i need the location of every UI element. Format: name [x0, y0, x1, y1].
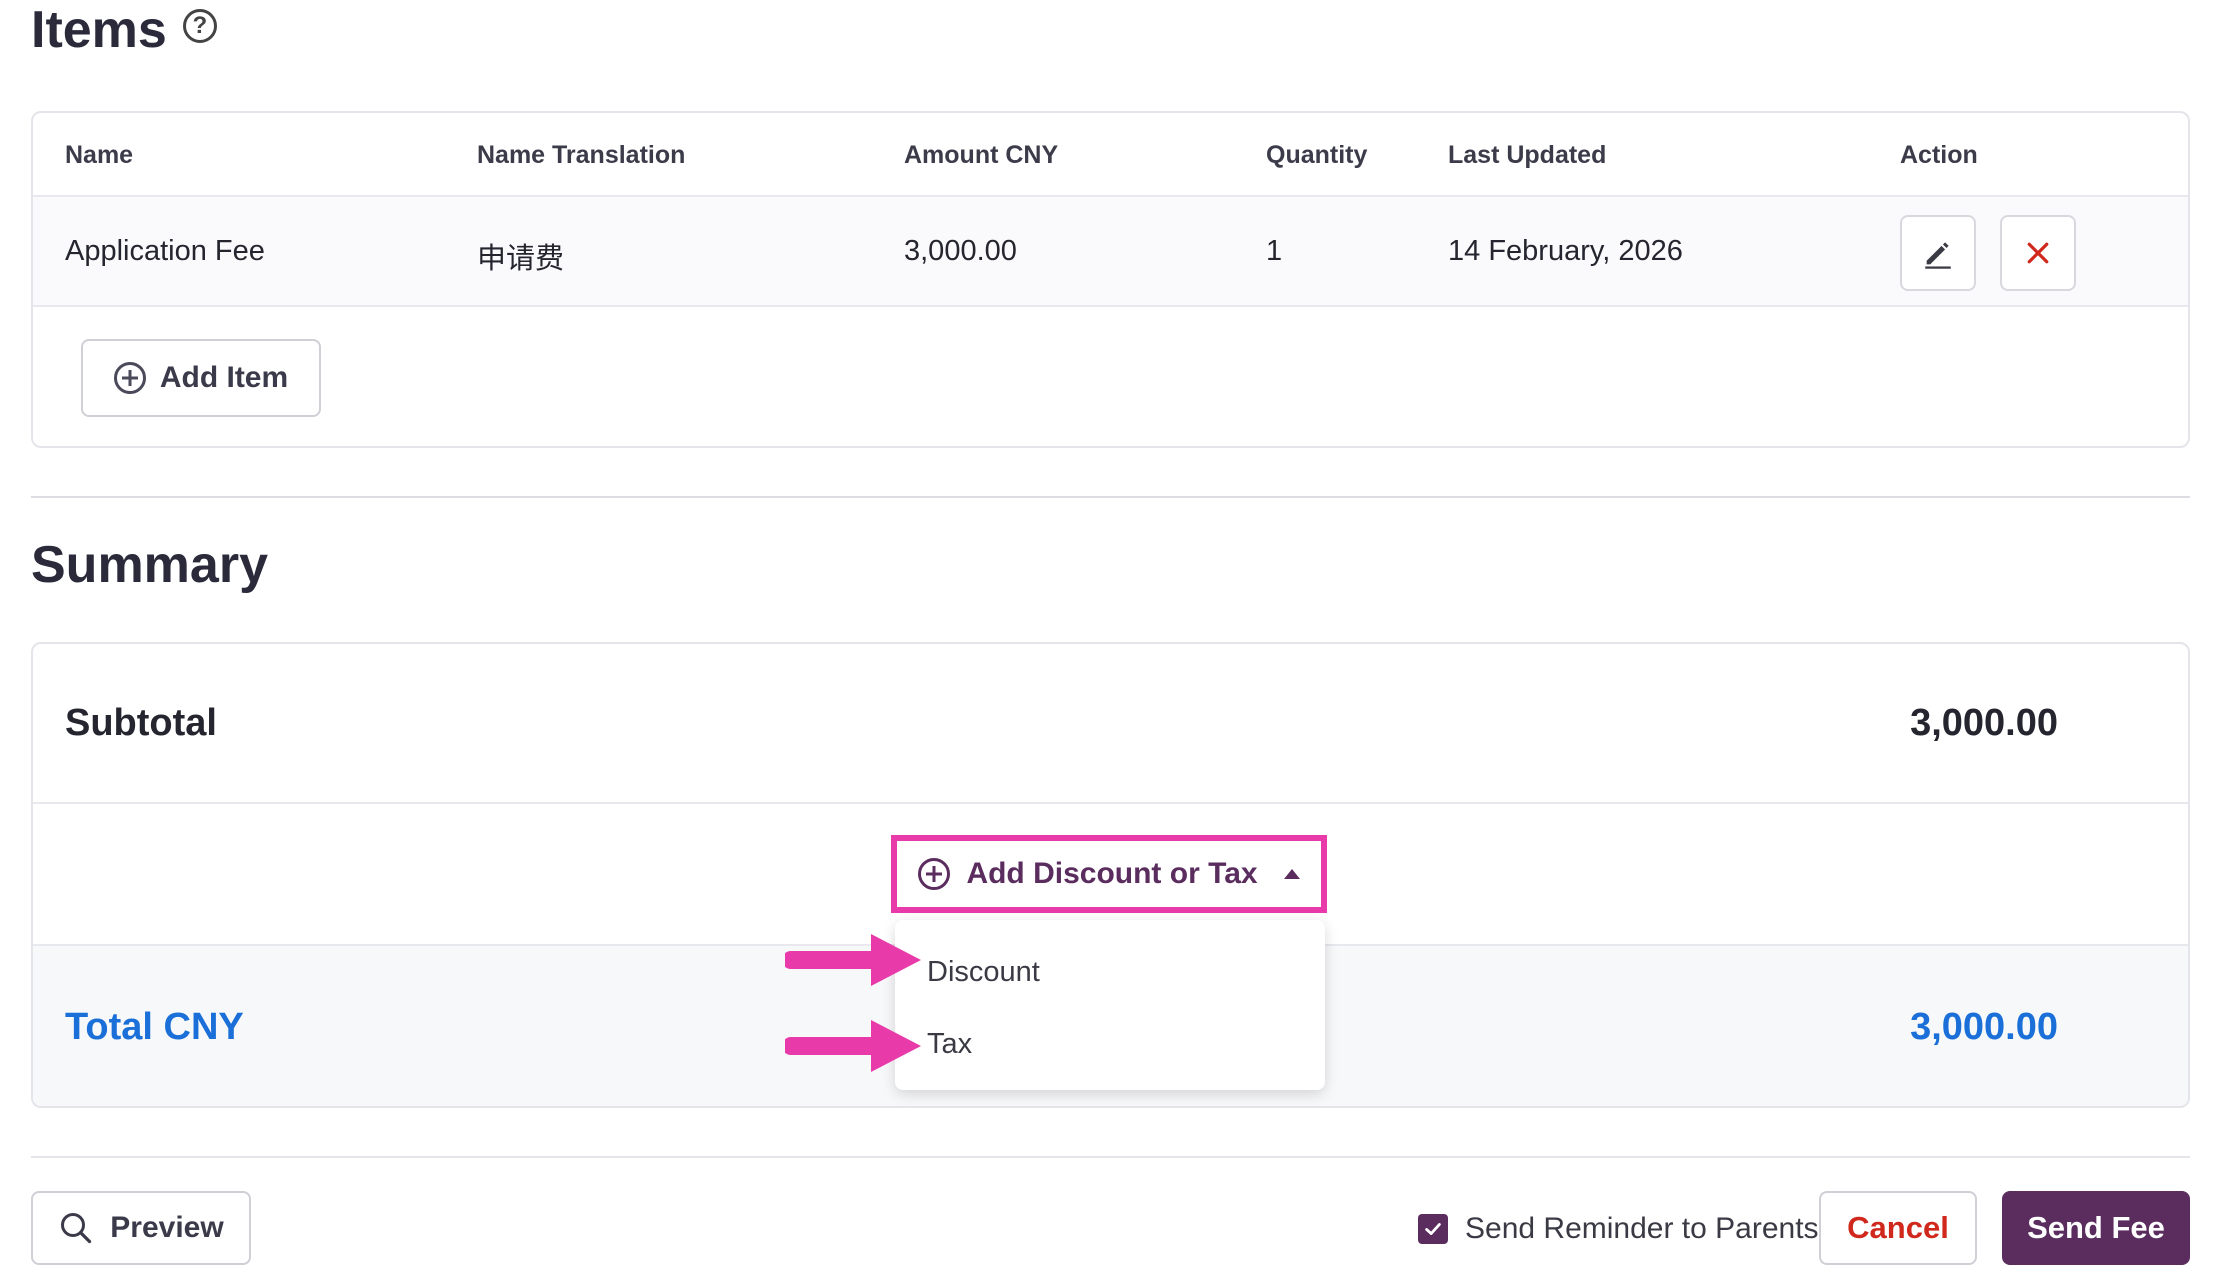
- items-title: Items: [31, 1, 167, 59]
- preview-label: Preview: [110, 1211, 224, 1244]
- column-header-action: Action: [1900, 141, 1978, 169]
- send-fee-button[interactable]: Send Fee: [2002, 1191, 2190, 1265]
- edit-button[interactable]: [1900, 215, 1976, 291]
- preview-button[interactable]: Preview: [31, 1191, 251, 1265]
- dropdown-option-tax[interactable]: Tax: [927, 1028, 972, 1061]
- column-header-amount: Amount CNY: [904, 141, 1059, 169]
- items-heading: Items ?: [31, 0, 217, 60]
- plus-circle-icon: [113, 362, 146, 394]
- delete-button[interactable]: [2000, 215, 2076, 291]
- add-item-button[interactable]: Add Item: [81, 339, 321, 417]
- annotation-arrow-icon: [785, 1020, 921, 1072]
- table-header: Name Name Translation Amount CNY Quantit…: [33, 113, 2188, 197]
- total-label: Total CNY: [65, 1006, 244, 1048]
- close-icon: [2027, 242, 2049, 264]
- send-reminder-checkbox[interactable]: [1418, 1214, 1448, 1244]
- check-icon: [1425, 1223, 1441, 1235]
- column-header-name: Name: [65, 141, 134, 169]
- cell-amount: 3,000.00: [904, 235, 1017, 267]
- subtotal-label: Subtotal: [65, 702, 217, 744]
- dropdown-option-discount[interactable]: Discount: [927, 956, 1040, 989]
- table-row: Application Fee 申请费 3,000.00 1 14 Februa…: [33, 197, 2188, 307]
- footer-divider: [31, 1156, 2190, 1158]
- add-item-label: Add Item: [159, 361, 289, 394]
- add-discount-label: Add Discount or Tax: [966, 857, 1258, 890]
- search-icon: [61, 1213, 92, 1244]
- pencil-icon: [1925, 242, 1951, 269]
- items-table: Name Name Translation Amount CNY Quantit…: [31, 111, 2190, 448]
- annotation-arrow-icon: [785, 934, 921, 986]
- plus-circle-icon: [918, 858, 951, 890]
- subtotal-value: 3,000.00: [1910, 702, 2058, 744]
- discount-tax-dropdown: Discount Tax: [895, 920, 1325, 1090]
- column-header-last-updated: Last Updated: [1448, 141, 1607, 169]
- cell-name: Application Fee: [65, 235, 265, 267]
- cell-last-updated: 14 February, 2026: [1448, 235, 1683, 267]
- subtotal-row: Subtotal 3,000.00: [33, 644, 2188, 804]
- cell-name-translation: 申请费: [477, 243, 565, 275]
- cancel-button[interactable]: Cancel: [1819, 1191, 1977, 1265]
- column-header-name-translation: Name Translation: [477, 141, 686, 169]
- section-divider: [31, 496, 2190, 498]
- add-discount-or-tax-button[interactable]: Add Discount or Tax: [891, 835, 1327, 913]
- summary-title: Summary: [31, 536, 268, 594]
- caret-up-icon: [1283, 869, 1300, 879]
- column-header-quantity: Quantity: [1266, 141, 1368, 169]
- send-reminder-label: Send Reminder to Parents: [1465, 1212, 1819, 1245]
- question-circle-icon[interactable]: ?: [182, 9, 217, 43]
- cell-quantity: 1: [1266, 235, 1283, 267]
- total-value: 3,000.00: [1910, 1006, 2058, 1048]
